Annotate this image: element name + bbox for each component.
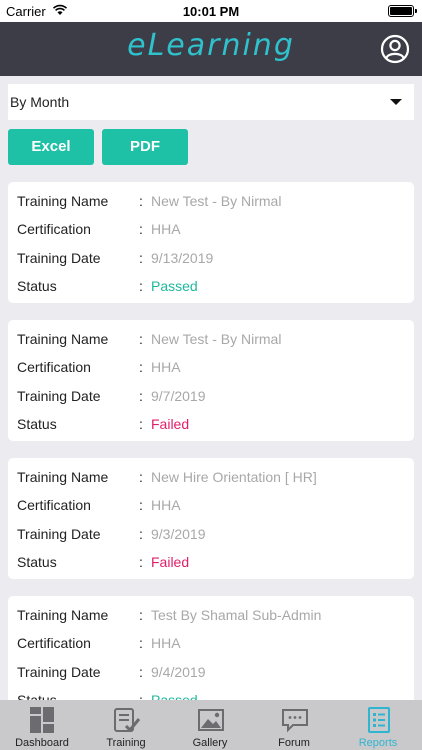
certification-value: HHA (151, 359, 181, 375)
status-label: Status (17, 416, 57, 432)
separator: : (139, 607, 143, 623)
tab-forum[interactable]: Forum (252, 700, 336, 750)
separator: : (139, 388, 143, 404)
top-navbar: eLearning (0, 22, 422, 76)
separator: : (139, 278, 143, 294)
status-value: Passed (151, 278, 198, 294)
separator: : (139, 692, 143, 700)
separator: : (139, 416, 143, 432)
training-date-label: Training Date (17, 250, 101, 266)
gallery-icon (198, 709, 224, 731)
tab-label: Reports (358, 737, 398, 749)
training-name-value: New Test - By Nirmal (151, 193, 282, 209)
reports-icon (368, 707, 390, 733)
tab-dashboard[interactable]: Dashboard (0, 700, 84, 750)
report-card[interactable]: Training Name: Test By Shamal Sub-Admin C… (8, 596, 414, 700)
training-name-value: New Hire Orientation [ HR] (151, 469, 317, 485)
status-value: Passed (151, 692, 198, 700)
training-date-label: Training Date (17, 388, 101, 404)
separator: : (139, 635, 143, 651)
certification-label: Certification (17, 359, 91, 375)
status-value: Failed (151, 554, 190, 570)
clock: 10:01 PM (182, 4, 240, 19)
certification-value: HHA (151, 221, 181, 237)
training-name-label: Training Name (17, 469, 109, 485)
logo-text: eLearning (127, 28, 295, 63)
chevron-down-icon (390, 99, 402, 105)
tab-label: Gallery (192, 737, 228, 749)
status-value: Failed (151, 416, 190, 432)
separator: : (139, 193, 143, 209)
separator: : (139, 526, 143, 542)
training-date-label: Training Date (17, 664, 101, 680)
status-label: Status (17, 692, 57, 700)
status-label: Status (17, 278, 57, 294)
training-name-label: Training Name (17, 331, 109, 347)
period-dropdown[interactable]: By Month (8, 84, 414, 120)
export-excel-button[interactable]: Excel (8, 129, 94, 165)
report-card[interactable]: Training Name: New Test - By Nirmal Certi… (8, 182, 414, 303)
profile-icon[interactable] (380, 34, 410, 64)
period-dropdown-value: By Month (10, 94, 70, 110)
certification-value: HHA (151, 635, 181, 651)
training-name-value: New Test - By Nirmal (151, 331, 282, 347)
training-name-value: Test By Shamal Sub-Admin (151, 607, 322, 623)
status-bar: Carrier 10:01 PM (0, 0, 422, 22)
training-date-label: Training Date (17, 526, 101, 542)
separator: : (139, 554, 143, 570)
separator: : (139, 359, 143, 375)
tab-label: Forum (278, 737, 310, 749)
certification-label: Certification (17, 635, 91, 651)
tab-label: Training (106, 737, 146, 749)
status-label: Status (17, 554, 57, 570)
training-date-value: 9/7/2019 (151, 388, 206, 404)
certification-label: Certification (17, 221, 91, 237)
training-date-value: 9/4/2019 (151, 664, 206, 680)
forum-icon (282, 709, 308, 733)
reports-content[interactable]: By Month Excel PDF Training Name: New Tes… (0, 76, 422, 700)
tab-reports[interactable]: Reports (336, 700, 420, 750)
separator: : (139, 221, 143, 237)
training-icon (114, 708, 141, 733)
separator: : (139, 664, 143, 680)
separator: : (139, 497, 143, 513)
app-logo: eLearning (0, 28, 422, 63)
training-name-label: Training Name (17, 607, 109, 623)
battery-icon (388, 5, 417, 17)
bottom-tab-bar: Dashboard Training Gallery Forum Reports (0, 700, 422, 750)
tab-training[interactable]: Training (84, 700, 168, 750)
tab-gallery[interactable]: Gallery (168, 700, 252, 750)
export-pdf-button[interactable]: PDF (102, 129, 188, 165)
training-date-value: 9/13/2019 (151, 250, 214, 266)
separator: : (139, 250, 143, 266)
certification-value: HHA (151, 497, 181, 513)
separator: : (139, 469, 143, 485)
report-card[interactable]: Training Name: New Test - By Nirmal Certi… (8, 320, 414, 441)
training-date-value: 9/3/2019 (151, 526, 206, 542)
training-name-label: Training Name (17, 193, 109, 209)
dashboard-icon (30, 707, 54, 733)
certification-label: Certification (17, 497, 91, 513)
tab-label: Dashboard (15, 737, 69, 749)
separator: : (139, 331, 143, 347)
report-card[interactable]: Training Name: New Hire Orientation [ HR]… (8, 458, 414, 579)
